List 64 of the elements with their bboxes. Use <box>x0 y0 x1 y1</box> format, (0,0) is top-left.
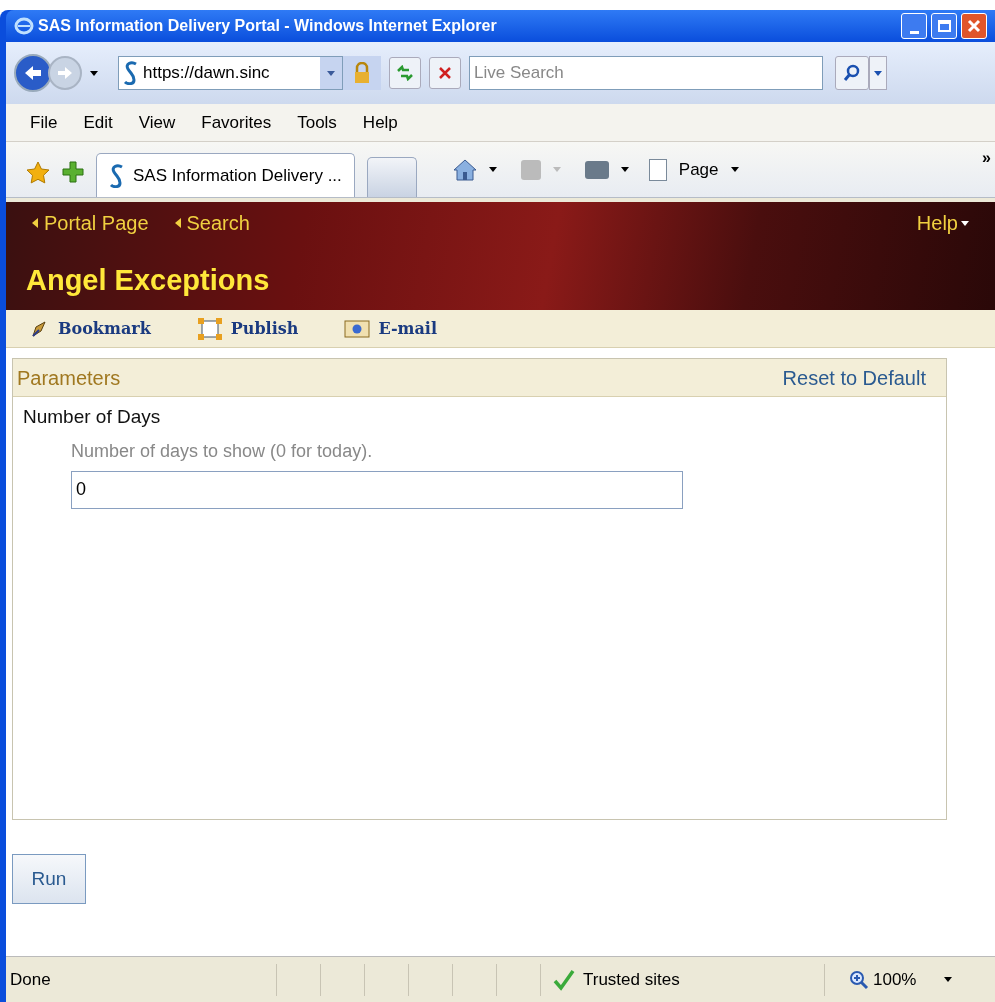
site-logo-icon <box>123 61 139 85</box>
action-link[interactable]: Bookmark <box>30 316 151 341</box>
stop-icon <box>438 66 452 80</box>
close-icon <box>967 19 981 33</box>
reset-link[interactable]: Reset to Default <box>782 362 942 393</box>
document-frame-icon <box>196 316 223 341</box>
caret-icon <box>32 218 38 228</box>
help-menu[interactable]: Help <box>916 208 958 238</box>
search-icon <box>843 64 861 82</box>
window-title: SAS Information Delivery Portal - Windows Internet Explorer <box>38 16 498 36</box>
back-button[interactable] <box>14 54 52 92</box>
panel-heading: Parameters <box>17 365 121 391</box>
back-link[interactable]: Search <box>186 208 250 238</box>
days-input[interactable]: 0 <box>71 470 683 509</box>
action-link[interactable]: E-mail <box>344 316 437 341</box>
menu-item[interactable]: Help <box>362 109 398 136</box>
plus-star-icon[interactable] <box>62 161 84 183</box>
more-chevron[interactable]: » <box>982 146 991 170</box>
caret-icon[interactable] <box>620 167 629 172</box>
caret-icon[interactable] <box>874 70 882 76</box>
star-icon[interactable] <box>26 161 50 185</box>
zone-text: Trusted sites <box>583 968 680 991</box>
home-icon[interactable] <box>452 158 477 181</box>
caret-icon[interactable] <box>730 167 739 172</box>
search-button[interactable] <box>835 56 869 90</box>
close-button[interactable] <box>961 13 987 39</box>
status-text: Done <box>9 968 52 991</box>
caret-icon <box>174 218 181 228</box>
menu-item[interactable]: File <box>30 109 58 136</box>
site-logo-icon <box>109 163 125 188</box>
page-icon[interactable] <box>648 158 667 181</box>
refresh-arrows-icon <box>396 65 414 81</box>
caret-icon[interactable] <box>961 220 969 226</box>
tab-label: SAS Information Delivery ... <box>133 164 342 187</box>
back-link[interactable]: Portal Page <box>44 208 149 238</box>
minimize-button[interactable] <box>901 13 927 39</box>
caret-icon[interactable] <box>488 167 497 172</box>
browser-tab[interactable]: SAS Information Delivery ... <box>96 153 355 197</box>
field-description: Number of days to show (0 for today). <box>71 439 374 463</box>
maximize-button[interactable] <box>931 13 957 39</box>
zoom-level[interactable]: 100% <box>873 966 917 993</box>
address-field[interactable]: https://dawn.sinc <box>118 56 343 90</box>
stop-button[interactable] <box>429 57 461 89</box>
run-button[interactable]: Run <box>12 854 86 904</box>
page-title: Angel Exceptions <box>25 262 271 298</box>
menu-item[interactable]: Edit <box>83 109 113 136</box>
menu-item[interactable]: Tools <box>297 109 337 136</box>
browser-logo-icon <box>14 16 34 36</box>
left-arrow-icon <box>23 64 43 82</box>
envelope-icon <box>344 319 371 338</box>
refresh-button[interactable] <box>389 57 421 89</box>
menu-item[interactable]: View <box>138 109 176 136</box>
caret-icon[interactable] <box>90 70 98 76</box>
page-menu[interactable]: Page <box>678 156 719 183</box>
caret-icon[interactable] <box>944 977 953 982</box>
dropdown-button[interactable] <box>320 57 342 89</box>
zoom-icon[interactable] <box>849 969 869 990</box>
action-link[interactable]: Publish <box>196 316 299 341</box>
menu-item[interactable]: Favorites <box>201 109 272 136</box>
check-icon <box>553 968 575 991</box>
field-label: Number of Days <box>23 405 162 429</box>
right-arrow-icon <box>56 65 74 81</box>
search-options-button[interactable] <box>869 56 887 90</box>
search-field[interactable]: Live Search <box>469 56 823 90</box>
